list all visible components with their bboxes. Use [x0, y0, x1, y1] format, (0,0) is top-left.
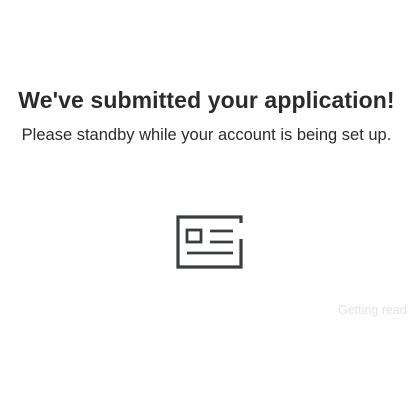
loading-status-text: Getting read: [338, 303, 407, 317]
application-submitted-screen: We've submitted your application! Please…: [0, 0, 413, 413]
id-card-icon: [176, 215, 243, 269]
page-title: We've submitted your application!: [18, 87, 395, 113]
status-message: Please standby while your account is bei…: [21, 126, 392, 144]
